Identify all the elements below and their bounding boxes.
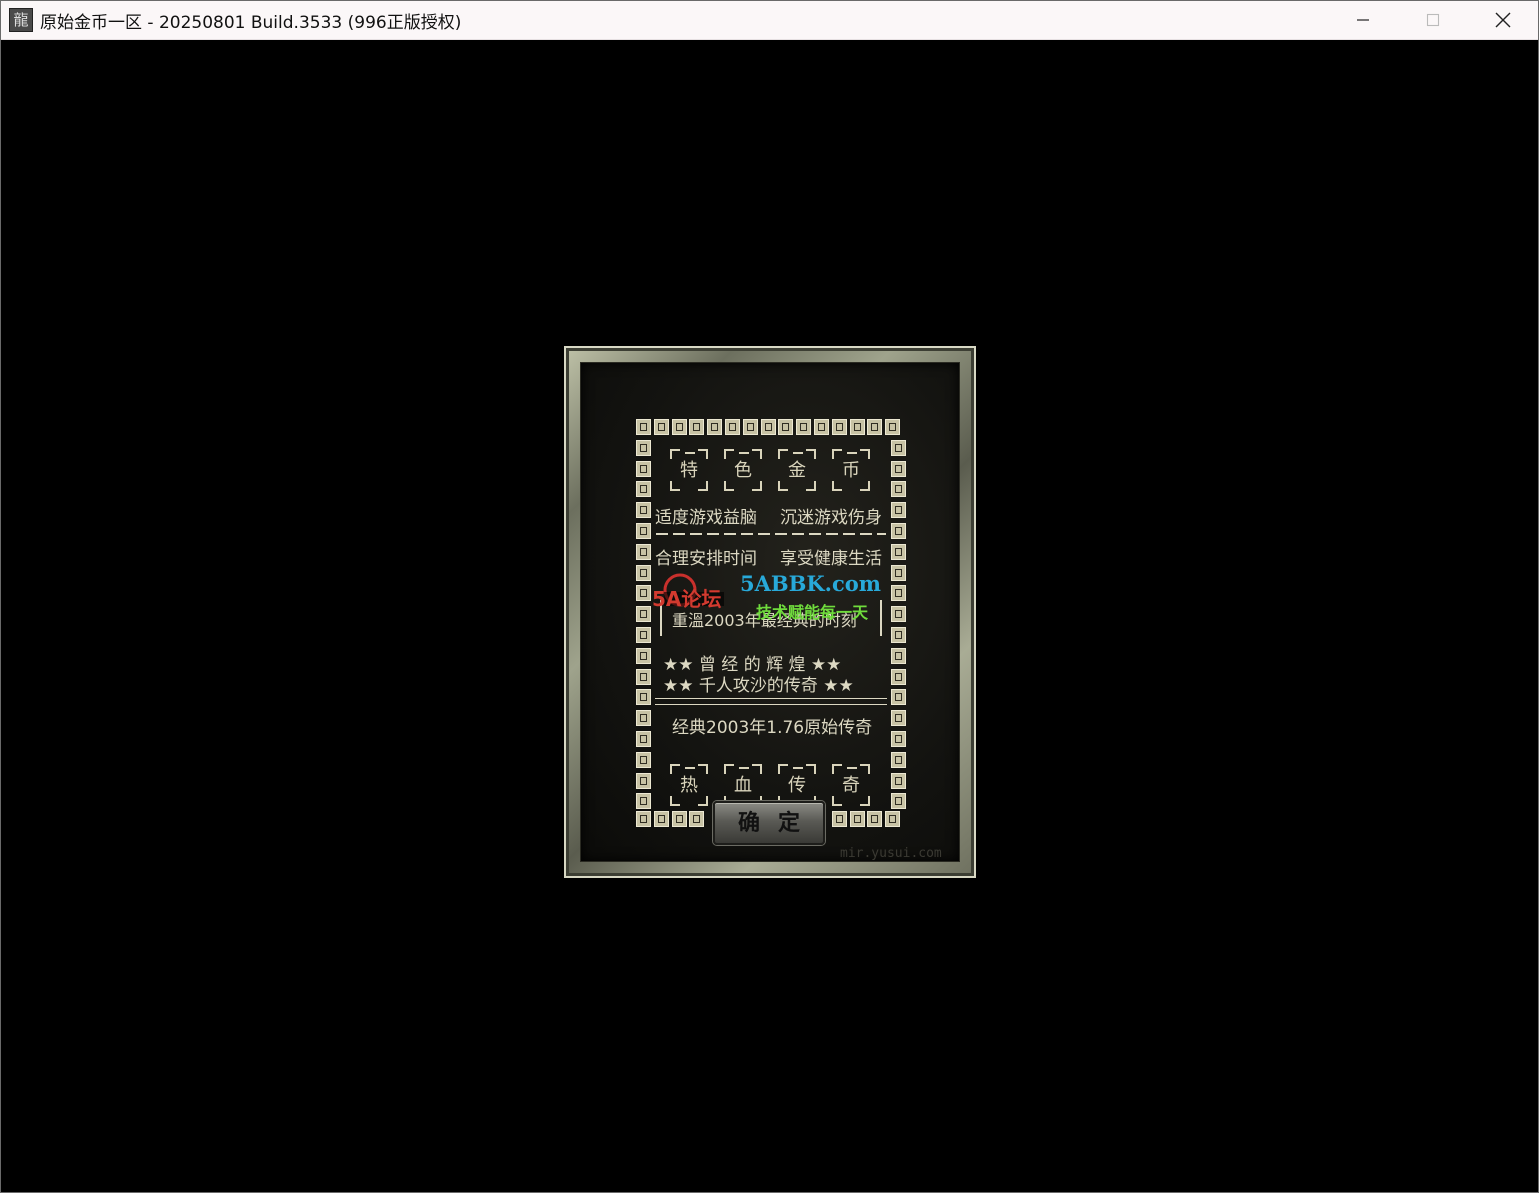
seal-bottom-4: 奇	[831, 763, 871, 807]
border-tile	[636, 772, 651, 789]
border-tile	[636, 481, 651, 498]
minimize-icon	[1357, 19, 1369, 21]
border-tile	[636, 460, 651, 477]
border-tile	[725, 419, 740, 435]
border-tile	[885, 419, 901, 435]
minimize-button[interactable]	[1328, 1, 1398, 39]
double-divider	[655, 698, 887, 705]
window-title: 原始金币一区 - 20250801 Build.3533 (996正版授权)	[40, 12, 462, 33]
watermark-site: 5ABBK.com	[740, 571, 881, 596]
border-tile	[707, 419, 723, 435]
border-tile	[689, 419, 705, 435]
maximize-button[interactable]	[1398, 1, 1468, 39]
border-tile	[636, 523, 651, 539]
border-tile	[849, 419, 865, 435]
border-tile	[891, 606, 906, 623]
border-tile	[636, 811, 651, 827]
border-tile	[742, 419, 758, 435]
border-tile	[636, 585, 651, 602]
watermark-slogan: 技术赋能每一天	[756, 603, 869, 622]
border-tile	[636, 606, 651, 623]
border-tile	[891, 689, 906, 706]
window-controls	[1328, 1, 1538, 39]
title-bar[interactable]: 龍 原始金币一区 - 20250801 Build.3533 (996正版授权)	[1, 1, 1538, 40]
border-tile	[636, 564, 651, 581]
border-tile	[891, 731, 906, 747]
border-tile	[849, 811, 865, 827]
border-tile	[689, 811, 705, 827]
border-tile	[653, 419, 669, 435]
border-tile	[891, 481, 906, 498]
border-tile	[891, 627, 906, 643]
border-tile	[636, 689, 651, 706]
notice-line2-left: 合理安排时间	[655, 549, 757, 569]
border-tile	[814, 419, 829, 435]
border-tile	[778, 419, 794, 435]
border-tile	[891, 710, 906, 727]
seal-top-2: 色	[723, 448, 763, 492]
border-tile	[796, 419, 812, 435]
border-tile	[636, 502, 651, 519]
border-tile	[867, 811, 883, 827]
confirm-button[interactable]: 确定	[713, 801, 825, 845]
seal-top-4: 币	[831, 448, 871, 492]
border-tile	[636, 668, 651, 685]
corner-watermark: mir.yusui.com	[840, 846, 942, 861]
border-tile	[891, 439, 906, 456]
border-tile	[760, 419, 776, 435]
close-button[interactable]	[1468, 1, 1538, 39]
maximize-icon	[1426, 13, 1440, 27]
border-tile	[671, 419, 687, 435]
border-tile	[636, 419, 651, 435]
classic-line: 经典2003年1.76原始传奇	[672, 718, 873, 738]
border-tile	[636, 793, 651, 810]
border-tile	[891, 751, 906, 768]
border-tile	[831, 811, 847, 827]
notice-line1-right: 沉迷游戏伤身	[780, 508, 882, 528]
border-tile	[831, 419, 847, 435]
seal-top-3: 金	[777, 448, 817, 492]
border-tile	[891, 793, 906, 810]
border-tile	[891, 543, 906, 560]
border-tile	[891, 772, 906, 789]
app-icon: 龍	[9, 8, 33, 32]
dashed-divider	[656, 533, 886, 535]
border-tile	[891, 523, 906, 539]
stars-line-2: ★★ 千人攻沙的传奇 ★★	[663, 676, 854, 696]
border-tile	[636, 439, 651, 456]
border-tile	[891, 564, 906, 581]
border-tile	[891, 502, 906, 519]
border-tile	[636, 647, 651, 664]
border-tile	[891, 647, 906, 664]
seal-bottom-1: 热	[669, 763, 709, 807]
seal-top-1: 特	[669, 448, 709, 492]
border-tile	[636, 627, 651, 643]
border-tile	[891, 668, 906, 685]
border-tile	[636, 710, 651, 727]
border-tile	[891, 585, 906, 602]
watermark-logo-text: 5A论坛	[652, 587, 722, 611]
border-tile	[636, 731, 651, 747]
border-tile	[891, 460, 906, 477]
notice-line1-left: 适度游戏益脑	[655, 508, 757, 528]
close-icon	[1495, 12, 1511, 28]
notice-line2-right: 享受健康生活	[780, 549, 882, 569]
border-tile	[636, 751, 651, 768]
border-tile	[885, 811, 901, 827]
border-tile	[867, 419, 883, 435]
border-tile	[653, 811, 669, 827]
border-tile	[636, 543, 651, 560]
border-tile	[671, 811, 687, 827]
